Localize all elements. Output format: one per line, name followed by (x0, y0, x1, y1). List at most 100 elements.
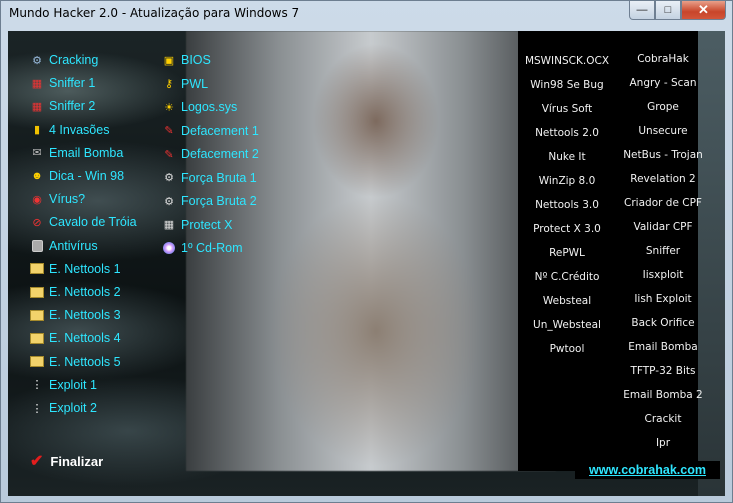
close-button[interactable]: ✕ (681, 1, 726, 20)
title-bar[interactable]: Mundo Hacker 2.0 - Atualização para Wind… (1, 1, 732, 25)
window-controls: — □ ✕ (629, 1, 726, 20)
left-menu-item[interactable]: E. Nettools 5 (30, 355, 121, 369)
middle-menu-item[interactable]: ⚷ PWL (162, 77, 208, 91)
folder-icon (30, 331, 44, 345)
computer-icon: ▦ (163, 219, 175, 231)
left-menu-item[interactable]: ◉ Vírus? (30, 192, 85, 206)
left-menu-item-label: E. Nettools 3 (49, 308, 121, 323)
checkmark-icon: ✔ (30, 453, 44, 470)
gear-icon: ⚙ (164, 172, 174, 184)
left-menu-item-label: Exploit 1 (49, 377, 97, 392)
right-col2-item[interactable]: Revelation 2 (603, 173, 723, 185)
right-col2-item[interactable]: Back Orifice (603, 317, 723, 329)
folder-icon (30, 285, 44, 299)
right-col2-item[interactable]: Iisxploit (603, 269, 723, 281)
right-col2-item[interactable]: Criador de CPF (603, 197, 723, 209)
middle-menu-item[interactable]: ▦ Protect X (162, 217, 233, 232)
left-menu-item-label: E. Nettools 2 (49, 285, 121, 299)
middle-menu-item[interactable]: ✎ Defacement 1 (162, 123, 259, 138)
finalizar-label: Finalizar (50, 453, 104, 469)
middle-menu-item[interactable]: 1º Cd-Rom (162, 241, 243, 255)
chip-icon: ▣ (163, 54, 175, 67)
brush-icon: ✎ (164, 125, 174, 137)
left-menu-item-label: Cracking (49, 53, 99, 67)
folder-icon (30, 355, 44, 369)
left-menu-item[interactable]: E. Nettools 4 (30, 331, 121, 345)
right-col2-item[interactable]: Ipr (603, 437, 723, 449)
left-menu-item[interactable]: ⚙ Cracking (30, 53, 98, 67)
right-col2-item[interactable]: TFTP-32 Bits (603, 365, 723, 377)
folder-icon (30, 308, 44, 322)
middle-menu-item[interactable]: ▣ BIOS (162, 53, 211, 67)
window-title: Mundo Hacker 2.0 - Atualização para Wind… (9, 6, 300, 20)
right-col2-item[interactable]: Email Bomba (603, 341, 723, 353)
finalizar-button[interactable]: ✔ Finalizar (30, 451, 103, 471)
middle-menu-item-label: Defacement 1 (181, 123, 259, 138)
left-menu-item[interactable]: ▮ 4 Invasões (30, 123, 110, 137)
right-col2-item[interactable]: Angry - Scan (603, 77, 723, 89)
key-icon: ⚷ (164, 78, 174, 90)
middle-menu-item[interactable]: ⚙ Força Bruta 1 (162, 171, 257, 185)
folder-icon (30, 262, 44, 276)
left-menu-item[interactable]: ▦ Sniffer 1 (30, 76, 96, 91)
left-menu-item[interactable]: ▦ Sniffer 2 (30, 99, 96, 113)
left-menu-item[interactable]: ⋮ Exploit 1 (30, 378, 97, 392)
file-icon: ▮ (33, 124, 41, 137)
right-col2-item[interactable]: Crackit (603, 413, 723, 425)
left-menu-item[interactable]: E. Nettools 3 (30, 308, 121, 322)
middle-menu-item-label: Logos.sys (181, 100, 238, 114)
cd-icon (162, 241, 176, 255)
smiley-icon: ☻ (31, 170, 43, 182)
left-menu-item[interactable]: ⊘ Cavalo de Tróia (30, 215, 137, 230)
brush-icon: ✎ (164, 148, 174, 161)
no-entry-icon: ⊘ (32, 216, 42, 229)
right-col2-item[interactable]: Unsecure (603, 125, 723, 137)
left-menu-item-label: Exploit 2 (49, 401, 97, 415)
website-link[interactable]: www.cobrahak.com (575, 461, 720, 479)
minimize-button[interactable]: — (629, 1, 655, 20)
gear-icon: ⚙ (164, 195, 174, 208)
middle-menu-item-label: 1º Cd-Rom (181, 241, 243, 255)
right-col2-item[interactable]: Grope (603, 101, 723, 113)
search-icon: ◉ (32, 193, 42, 206)
middle-menu-item[interactable]: ⚙ Força Bruta 2 (162, 194, 257, 208)
middle-menu-item[interactable]: ✎ Defacement 2 (162, 147, 259, 161)
middle-menu-item-label: Defacement 2 (181, 147, 259, 161)
middle-menu-item-label: PWL (181, 76, 209, 91)
maximize-button[interactable]: □ (655, 1, 681, 20)
middle-menu-item-label: Força Bruta 1 (181, 170, 257, 185)
left-menu-item-label: E. Nettools 4 (49, 331, 121, 346)
right-col2-item[interactable]: CobraHak (603, 53, 723, 65)
app-window: Mundo Hacker 2.0 - Atualização para Wind… (0, 0, 733, 503)
right-col2-item[interactable]: Iish Exploit (603, 293, 723, 305)
minimize-icon: — (636, 4, 648, 16)
sparkle-icon: ⋮ (31, 379, 43, 392)
left-menu-item[interactable]: ✉ Email Bomba (30, 146, 123, 160)
right-col2-item[interactable]: NetBus - Trojan (603, 149, 723, 161)
left-menu-item[interactable]: E. Nettools 1 (30, 262, 121, 276)
lock-icon (30, 239, 44, 253)
left-menu-item[interactable]: E. Nettools 2 (30, 285, 121, 299)
middle-menu-item-label: Protect X (181, 217, 233, 232)
middle-menu-item-label: Força Bruta 2 (181, 194, 257, 208)
left-menu-item-label: Vírus? (49, 192, 86, 207)
close-icon: ✕ (698, 2, 709, 17)
tools-icon: ⚙ (32, 54, 42, 67)
sun-icon: ☀ (164, 101, 174, 114)
right-col2-item[interactable]: Email Bomba 2 (603, 389, 723, 401)
left-menu-item[interactable]: ⋮ Exploit 2 (30, 401, 97, 415)
right-col2-item[interactable]: Validar CPF (603, 221, 723, 233)
right-col2-item[interactable]: Sniffer (603, 245, 723, 257)
left-menu-item-label: Cavalo de Tróia (49, 215, 137, 230)
email-icon: ✉ (32, 147, 42, 160)
left-menu-item-label: Sniffer 1 (49, 76, 96, 91)
left-menu-item-label: Email Bomba (49, 145, 124, 160)
left-menu-item[interactable]: ☻ Dica - Win 98 (30, 169, 124, 183)
main-content: ⚙ Cracking ▦ Sniffer 1 ▦ Sniffer 2 ▮ 4 Invasões… (8, 31, 725, 496)
middle-menu-item[interactable]: ☀ Logos.sys (162, 100, 237, 114)
left-menu-item-label: Dica - Win 98 (49, 169, 125, 183)
left-menu-item[interactable]: Antivírus (30, 239, 98, 253)
middle-menu-item-label: BIOS (181, 53, 211, 67)
left-menu-item-label: E. Nettools 5 (49, 354, 121, 369)
maximize-icon: □ (664, 4, 672, 16)
